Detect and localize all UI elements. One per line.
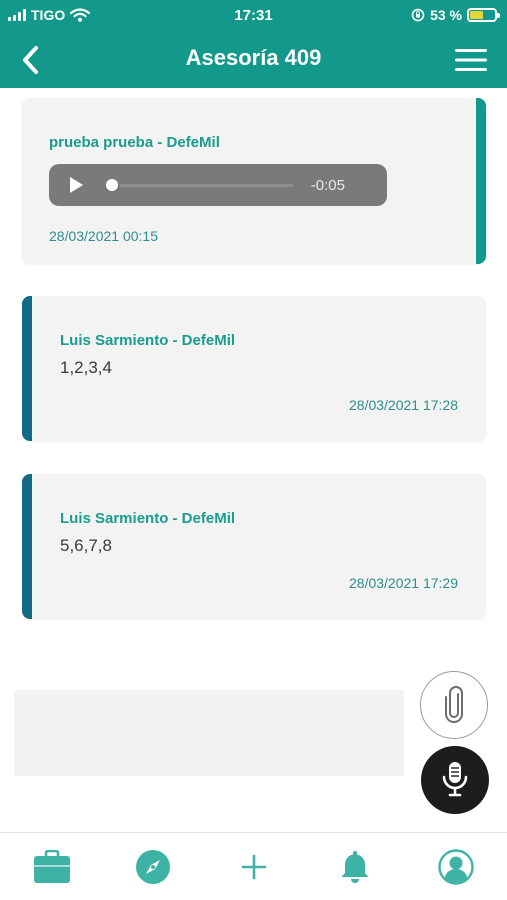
tab-notifications[interactable] (335, 847, 375, 887)
microphone-icon (442, 762, 468, 797)
message-timestamp: 28/03/2021 17:28 (349, 397, 458, 413)
briefcase-icon (34, 850, 70, 883)
orientation-lock-icon (411, 8, 425, 22)
bell-icon (341, 851, 369, 883)
record-audio-button[interactable] (421, 746, 489, 814)
message-input[interactable] (14, 690, 404, 776)
message-text: 5,6,7,8 (60, 536, 112, 555)
tab-new[interactable] (234, 847, 274, 887)
message-card-audio: prueba prueba - DefeMil -0:05 28/03/2021… (22, 98, 486, 264)
plus-icon (241, 854, 267, 880)
attach-button[interactable] (420, 671, 488, 739)
compass-icon (136, 850, 170, 884)
tab-bar (0, 832, 507, 900)
tab-explore[interactable] (133, 847, 173, 887)
battery-percent: 53 % (430, 7, 462, 23)
back-button[interactable] (16, 44, 48, 76)
message-sender: prueba prueba - DefeMil (49, 134, 220, 151)
battery-icon (467, 8, 500, 22)
status-bar: TIGO 17:31 53 % (0, 0, 507, 32)
page-title: Asesoría 409 (185, 45, 322, 70)
battery-fill (470, 11, 483, 19)
profile-icon (438, 849, 474, 885)
message-timestamp: 28/03/2021 17:29 (349, 575, 458, 591)
paperclip-icon (445, 686, 463, 723)
audio-remaining-time: -0:05 (310, 177, 345, 194)
nav-bar: Asesoría 409 (0, 32, 507, 88)
message-sender: Luis Sarmiento - DefeMil (60, 510, 236, 527)
message-sender: Luis Sarmiento - DefeMil (60, 332, 236, 349)
audio-track[interactable] (120, 184, 293, 187)
hamburger-icon (455, 49, 487, 71)
message-card: Luis Sarmiento - DefeMil 5,6,7,8 28/03/2… (22, 474, 486, 619)
message-card: Luis Sarmiento - DefeMil 1,2,3,4 28/03/2… (22, 296, 486, 441)
menu-button[interactable] (453, 46, 489, 74)
tab-briefcase[interactable] (32, 847, 72, 887)
audio-player: -0:05 (49, 164, 387, 206)
chat-list[interactable]: prueba prueba - DefeMil -0:05 28/03/2021… (0, 88, 507, 678)
tab-profile[interactable] (436, 847, 476, 887)
status-right: 53 % (411, 7, 500, 23)
message-text: 1,2,3,4 (60, 358, 112, 377)
message-timestamp: 28/03/2021 00:15 (49, 228, 158, 244)
chevron-left-icon (23, 46, 38, 74)
audio-scrubber[interactable] (106, 179, 118, 191)
play-icon[interactable] (67, 176, 85, 194)
